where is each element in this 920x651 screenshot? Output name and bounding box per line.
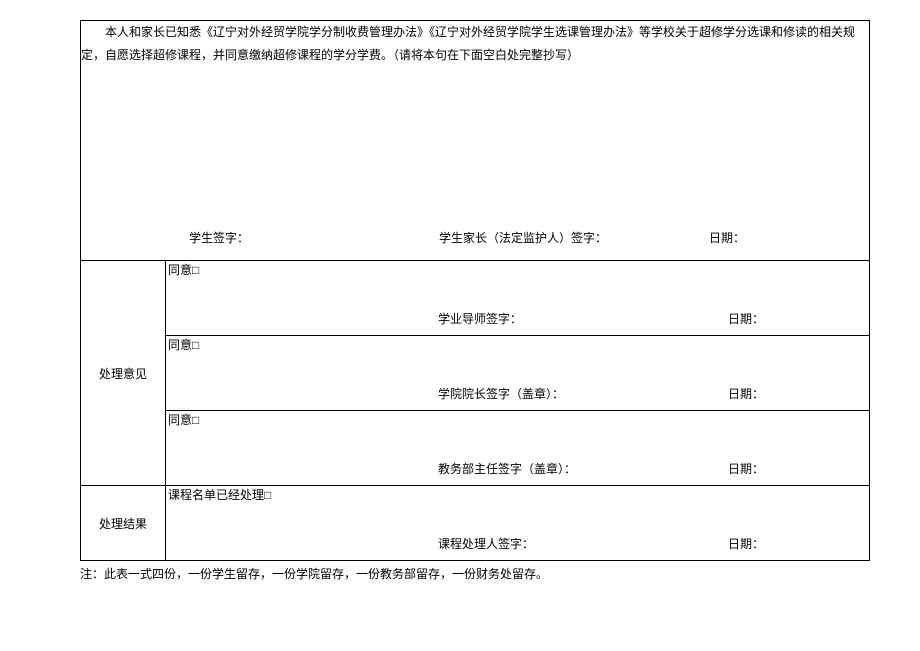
advisor-date-label: 日期： <box>728 310 764 327</box>
form-table: 本人和家长已知悉《辽宁对外经贸学院学分制收费管理办法》《辽宁对外经贸学院学生选课… <box>80 20 870 561</box>
director-signature-label: 教务部主任签字（盖章）： <box>438 460 728 477</box>
advisor-signature-label: 学业导师签字： <box>438 310 728 327</box>
advisor-signature-line: 学业导师签字： 日期： <box>166 310 869 327</box>
dean-date-label: 日期： <box>728 385 764 402</box>
director-signature-line: 教务部主任签字（盖章）： 日期： <box>166 460 869 477</box>
advisor-agree-text: 同意□ <box>168 261 869 278</box>
declaration-text: 本人和家长已知悉《辽宁对外经贸学院学分制收费管理办法》《辽宁对外经贸学院学生选课… <box>81 21 869 67</box>
result-label-cell: 处理结果 <box>81 486 166 561</box>
dean-agree-text: 同意□ <box>168 336 869 353</box>
result-cell: 课程名单已经处理□ 课程处理人签字： 日期： <box>166 486 870 561</box>
advisor-approval-cell: 同意□ 学业导师签字： 日期： <box>166 261 870 336</box>
result-label: 处理结果 <box>99 517 147 531</box>
dean-signature-line: 学院院长签字（盖章）： 日期： <box>166 385 869 402</box>
dean-signature-label: 学院院长签字（盖章）： <box>438 385 728 402</box>
declaration-section: 本人和家长已知悉《辽宁对外经贸学院学分制收费管理办法》《辽宁对外经贸学院学生选课… <box>81 21 870 261</box>
opinion-label: 处理意见 <box>99 367 147 381</box>
processor-signature-line: 课程处理人签字： 日期： <box>166 535 869 552</box>
footnote-text: 注：此表一式四份，一份学生留存，一份学院留存，一份教务部留存，一份财务处留存。 <box>80 565 900 582</box>
processor-signature-label: 课程处理人签字： <box>438 535 728 552</box>
student-signature-label: 学生签字： <box>189 227 439 250</box>
guardian-signature-label: 学生家长（法定监护人）签字： <box>439 227 709 250</box>
declaration-signature-line: 学生签字： 学生家长（法定监护人）签字： 日期： <box>81 227 869 250</box>
processed-text: 课程名单已经处理□ <box>168 486 869 503</box>
director-approval-cell: 同意□ 教务部主任签字（盖章）： 日期： <box>166 411 870 486</box>
opinion-label-cell: 处理意见 <box>81 261 166 486</box>
processor-date-label: 日期： <box>728 535 764 552</box>
director-date-label: 日期： <box>728 460 764 477</box>
declaration-date-label: 日期： <box>709 227 745 250</box>
director-agree-text: 同意□ <box>168 411 869 428</box>
dean-approval-cell: 同意□ 学院院长签字（盖章）： 日期： <box>166 336 870 411</box>
